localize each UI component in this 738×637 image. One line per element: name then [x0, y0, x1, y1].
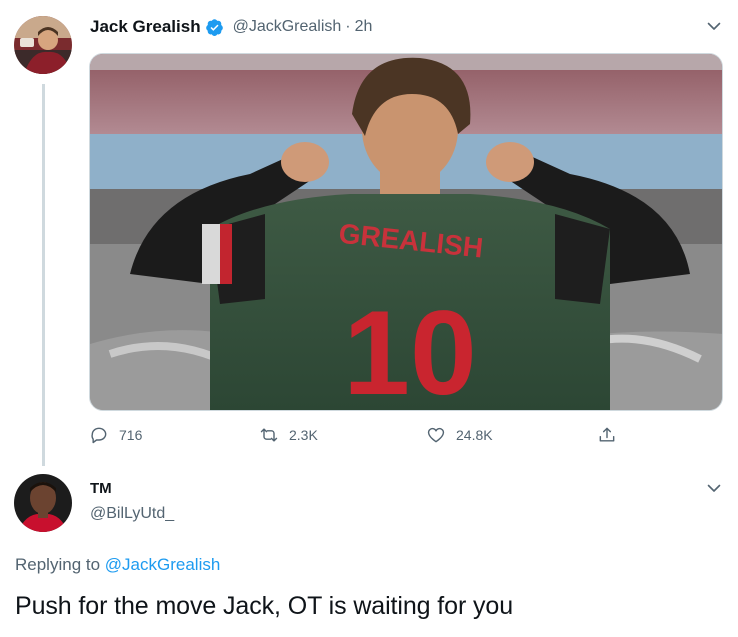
like-button[interactable]: 24.8K	[426, 425, 493, 445]
tweet-timestamp[interactable]: 2h	[355, 18, 373, 36]
author-avatar[interactable]	[14, 16, 72, 74]
jersey-number: 10	[343, 286, 476, 411]
tweet-image[interactable]: GREALISH 10	[89, 53, 723, 411]
retweet-icon	[260, 428, 278, 442]
reply-button[interactable]: 716	[89, 425, 142, 445]
share-icon	[599, 427, 615, 442]
reply-text: Push for the move Jack, OT is waiting fo…	[15, 592, 514, 620]
thread-connector-line	[42, 84, 45, 466]
retweet-button[interactable]: 2.3K	[259, 425, 318, 445]
author-handle[interactable]: @JackGrealish	[233, 18, 342, 36]
reply-author-name[interactable]: TM	[90, 480, 112, 497]
chevron-down-icon[interactable]	[705, 479, 723, 497]
heart-icon	[427, 427, 445, 443]
tweet-header: Jack Grealish @JackGrealish · 2h	[90, 16, 372, 38]
reply-author-avatar[interactable]	[14, 474, 72, 532]
reply-count: 716	[119, 427, 143, 443]
reply-author-handle[interactable]: @BilLyUtd_	[90, 505, 174, 523]
comment-icon	[91, 427, 107, 444]
tweet-actions: 716 2.3K 24.8K	[89, 425, 649, 449]
chevron-down-icon[interactable]	[705, 17, 723, 35]
replying-to-link[interactable]: @JackGrealish	[105, 555, 221, 574]
avatar-image	[14, 474, 72, 532]
verified-badge-icon	[205, 18, 224, 37]
replying-to-line: Replying to @JackGrealish	[15, 555, 220, 575]
avatar-image	[14, 16, 72, 74]
player-photo: GREALISH 10	[90, 54, 722, 411]
like-count: 24.8K	[456, 427, 493, 443]
share-button[interactable]	[597, 425, 617, 445]
retweet-count: 2.3K	[289, 427, 318, 443]
replying-to-label: Replying to	[15, 555, 101, 574]
separator-dot: ·	[345, 18, 351, 35]
author-name[interactable]: Jack Grealish	[90, 17, 201, 37]
